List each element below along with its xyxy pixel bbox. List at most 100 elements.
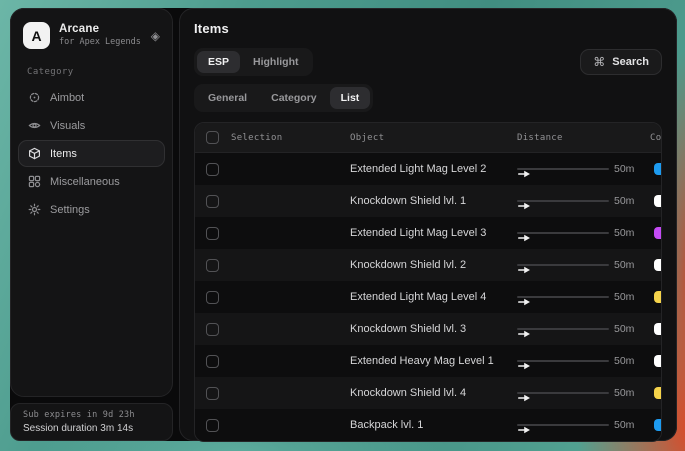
sidebar-item-label: Miscellaneous — [50, 176, 120, 188]
distance-slider[interactable] — [517, 261, 609, 269]
row-checkbox[interactable] — [206, 163, 219, 176]
view-tab-group: GeneralCategoryList — [194, 84, 373, 112]
sub-expiry-text: Sub expires in 9d 23h — [23, 410, 160, 420]
slider-thumb-icon[interactable] — [518, 325, 531, 343]
distance-slider[interactable] — [517, 421, 609, 429]
row-checkbox[interactable] — [206, 259, 219, 272]
row-checkbox[interactable] — [206, 291, 219, 304]
object-name: Extended Light Mag Level 4 — [350, 291, 517, 303]
sidebar-item-settings[interactable]: Settings — [18, 196, 165, 223]
session-info-card: Sub expires in 9d 23h Session duration 3… — [10, 403, 173, 441]
distance-value: 50m — [614, 195, 654, 207]
distance-slider[interactable] — [517, 165, 609, 173]
sidebar-item-label: Items — [50, 148, 77, 160]
pin-icon[interactable]: ◈ — [151, 30, 160, 42]
color-swatch[interactable] — [654, 259, 662, 271]
object-name: Backpack lvl. 1 — [350, 419, 517, 431]
table-header: Selection Object Distance Color — [195, 123, 661, 153]
page-title: Items — [194, 21, 662, 36]
gear-icon — [28, 203, 41, 216]
distance-slider[interactable] — [517, 357, 609, 365]
row-checkbox[interactable] — [206, 227, 219, 240]
distance-slider[interactable] — [517, 293, 609, 301]
table-row: Extended Light Mag Level 4 50m — [195, 281, 661, 313]
tab-category[interactable]: Category — [260, 87, 328, 109]
sidebar-item-label: Visuals — [50, 120, 85, 132]
brand-name: Arcane — [59, 23, 142, 36]
sidebar-item-miscellaneous[interactable]: Miscellaneous — [18, 168, 165, 195]
table-row: Knockdown Shield lvl. 1 50m — [195, 185, 661, 217]
cube-icon — [28, 147, 41, 160]
slider-thumb-icon[interactable] — [518, 389, 531, 407]
row-checkbox[interactable] — [206, 195, 219, 208]
slider-thumb-icon[interactable] — [518, 197, 531, 215]
distance-value: 50m — [614, 291, 654, 303]
sidebar-section-label: Category — [11, 59, 172, 84]
object-name: Extended Light Mag Level 3 — [350, 227, 517, 239]
distance-value: 50m — [614, 355, 654, 367]
distance-value: 50m — [614, 419, 654, 431]
slider-thumb-icon[interactable] — [518, 165, 531, 183]
search-button-label: Search — [612, 56, 649, 68]
object-name: Knockdown Shield lvl. 3 — [350, 323, 517, 335]
table-row: Extended Light Mag Level 2 50m — [195, 153, 661, 185]
row-checkbox[interactable] — [206, 387, 219, 400]
slider-thumb-icon[interactable] — [518, 421, 531, 439]
column-header-object: Object — [350, 133, 517, 143]
color-swatch[interactable] — [654, 163, 662, 175]
slider-thumb-icon[interactable] — [518, 357, 531, 375]
grid-icon — [28, 175, 41, 188]
app-window: A Arcane for Apex Legends ◈ Category Aim… — [10, 8, 677, 441]
search-button[interactable]: ⌘ Search — [580, 49, 662, 75]
slider-thumb-icon[interactable] — [518, 229, 531, 247]
color-swatch[interactable] — [654, 355, 662, 367]
table-row: Knockdown Shield lvl. 3 50m — [195, 313, 661, 345]
tab-general[interactable]: General — [197, 87, 258, 109]
table-row: Knockdown Shield lvl. 2 50m — [195, 249, 661, 281]
distance-value: 50m — [614, 387, 654, 399]
object-name: Extended Light Mag Level 2 — [350, 163, 517, 175]
distance-value: 50m — [614, 323, 654, 335]
object-name: Knockdown Shield lvl. 2 — [350, 259, 517, 271]
crosshair-icon — [28, 91, 41, 104]
sidebar-item-aimbot[interactable]: Aimbot — [18, 84, 165, 111]
color-swatch[interactable] — [654, 291, 662, 303]
sidebar-item-items[interactable]: Items — [18, 140, 165, 167]
distance-slider[interactable] — [517, 229, 609, 237]
distance-value: 50m — [614, 259, 654, 271]
select-all-checkbox[interactable] — [206, 131, 219, 144]
table-body: Extended Light Mag Level 2 50m Knockdown… — [195, 153, 661, 441]
distance-value: 50m — [614, 163, 654, 175]
object-name: Knockdown Shield lvl. 4 — [350, 387, 517, 399]
tab-esp[interactable]: ESP — [197, 51, 240, 73]
sidebar-item-visuals[interactable]: Visuals — [18, 112, 165, 139]
color-swatch[interactable] — [654, 195, 662, 207]
slider-thumb-icon[interactable] — [518, 293, 531, 311]
object-name: Extended Heavy Mag Level 1 — [350, 355, 517, 367]
distance-value: 50m — [614, 227, 654, 239]
color-swatch[interactable] — [654, 323, 662, 335]
distance-slider[interactable] — [517, 389, 609, 397]
row-checkbox[interactable] — [206, 355, 219, 368]
object-name: Knockdown Shield lvl. 1 — [350, 195, 517, 207]
session-duration-text: Session duration 3m 14s — [23, 423, 160, 434]
tab-list[interactable]: List — [330, 87, 371, 109]
table-row: Backpack lvl. 1 50m — [195, 409, 661, 441]
distance-slider[interactable] — [517, 197, 609, 205]
tab-highlight[interactable]: Highlight — [242, 51, 310, 73]
column-header-distance: Distance — [517, 133, 650, 143]
color-swatch[interactable] — [654, 227, 662, 239]
eye-scan-icon — [28, 119, 41, 132]
sidebar-item-label: Settings — [50, 204, 90, 216]
sidebar-item-label: Aimbot — [50, 92, 84, 104]
main-panel: Items ESPHighlight ⌘ Search GeneralCateg… — [179, 8, 677, 441]
table-row: Extended Heavy Mag Level 1 50m — [195, 345, 661, 377]
column-header-selection: Selection — [231, 133, 350, 143]
distance-slider[interactable] — [517, 325, 609, 333]
column-header-color: Color — [650, 133, 662, 143]
color-swatch[interactable] — [654, 387, 662, 399]
row-checkbox[interactable] — [206, 419, 219, 432]
slider-thumb-icon[interactable] — [518, 261, 531, 279]
row-checkbox[interactable] — [206, 323, 219, 336]
color-swatch[interactable] — [654, 419, 662, 431]
